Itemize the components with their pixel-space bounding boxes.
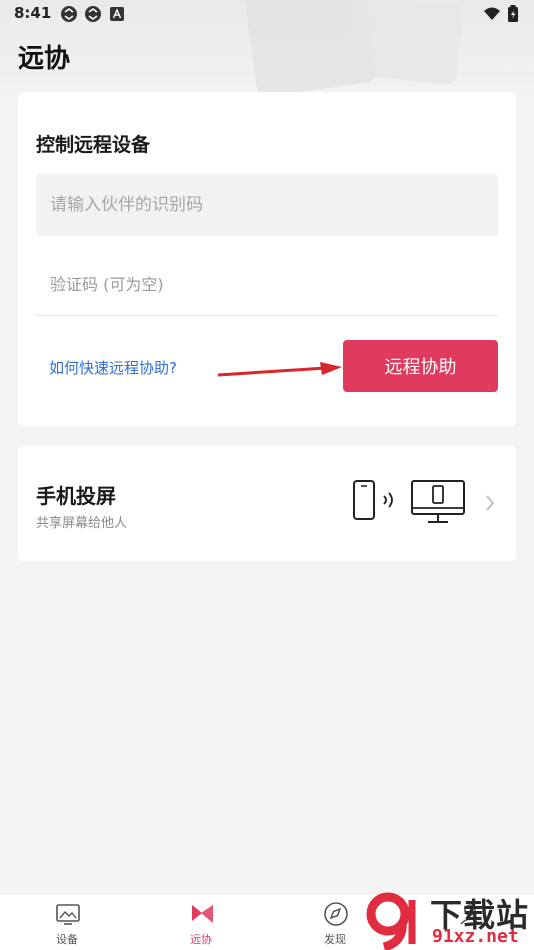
nav-item-devices[interactable]: 设备 [0,894,134,950]
page-title: 远协 [18,44,71,74]
watermark-nine-icon [366,892,416,950]
devices-icon [56,904,80,925]
remote-assist-button[interactable]: 远程协助 [343,340,498,392]
verify-code-input[interactable] [36,254,498,316]
phone-to-monitor-cast-icon [353,480,465,523]
battery-icon [508,5,518,22]
screen-cast-card[interactable]: 手机投屏 共享屏幕给他人 [18,446,516,561]
watermark-text-bottom: 91xz.net [432,926,519,947]
red-arrow-annotation [217,362,342,377]
remote-assist-icon [192,905,213,923]
cast-title: 手机投屏 [36,484,116,508]
wifi-icon [484,7,500,20]
compass-icon [324,902,348,926]
remote-control-card: 控制远程设备 如何快速远程协助? 远程协助 [18,92,516,426]
partner-id-input[interactable] [36,174,498,236]
watermark-logo: 下载站 91xz.net [364,888,534,950]
sync-icon [85,6,101,22]
status-time: 8:41 [14,4,52,22]
nav-label: 设备 [56,933,78,946]
chevron-right-icon [486,495,495,511]
card-title: 控制远程设备 [36,134,151,156]
cast-subtitle: 共享屏幕给他人 [36,516,128,531]
status-bar: 8:41 [0,0,534,28]
help-link[interactable]: 如何快速远程协助? [49,357,177,378]
app-a-icon [110,7,124,21]
nav-item-remote-assist[interactable]: 远协 [134,894,268,950]
sync-icon [61,6,77,22]
nav-label: 远协 [190,933,212,946]
